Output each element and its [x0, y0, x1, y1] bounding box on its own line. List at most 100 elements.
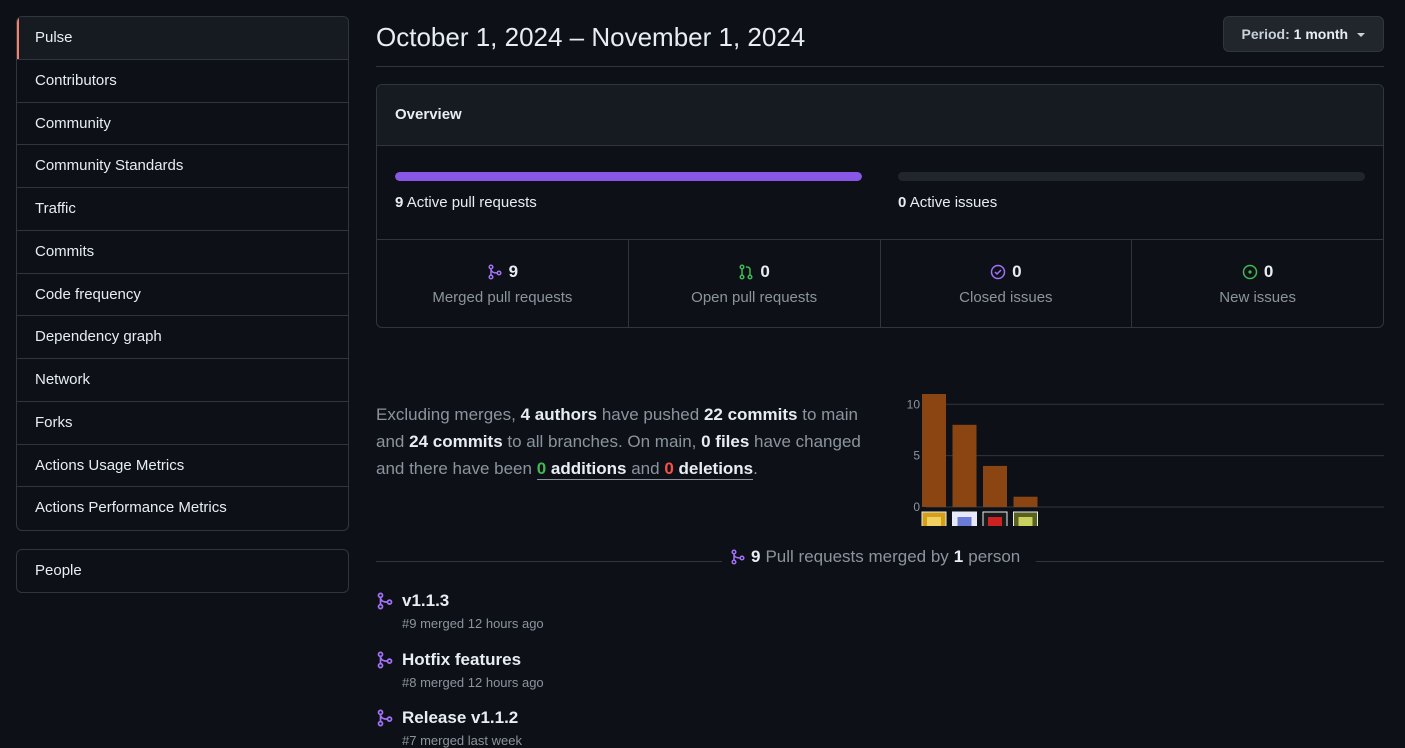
active-prs-label: 9 Active pull requests [395, 194, 862, 211]
git-merge-icon [377, 592, 393, 610]
active-issues-text: Active issues [909, 194, 998, 211]
active-prs-progress-fill [395, 172, 862, 181]
caret-down-icon [1357, 33, 1365, 38]
avatar[interactable] [1013, 511, 1038, 526]
chart-bar[interactable] [983, 465, 1007, 507]
summary-text: have pushed [601, 405, 700, 424]
git-pull-request-icon [739, 264, 753, 280]
summary-text: and [631, 459, 660, 478]
summary-text: . [753, 459, 758, 478]
list-item: Hotfix features #8 merged 12 hours ago [376, 650, 544, 709]
overview-stats: 9 Merged pull requests 0 Open pull reque… [377, 240, 1383, 327]
summary-commits-all: 24 commits [409, 432, 503, 451]
summary-text: Excluding merges, [376, 405, 516, 424]
stat-new-issues[interactable]: 0 New issues [1132, 240, 1383, 327]
avatar[interactable] [982, 511, 1008, 526]
merged-prs-summary: 9 Pull requests merged by 1 person [730, 547, 1020, 567]
y-tick-label: 5 [913, 449, 920, 463]
overview-bars: 9 Active pull requests 0 Active issues [377, 146, 1383, 240]
insights-menu: Pulse Contributors Community Community S… [16, 16, 349, 531]
active-prs-block[interactable]: 9 Active pull requests [395, 172, 862, 211]
sidebar-item-pulse[interactable]: Pulse [17, 17, 348, 60]
sidebar: Pulse Contributors Community Community S… [16, 16, 349, 593]
git-merge-icon [377, 709, 393, 727]
page-title: October 1, 2024 – November 1, 2024 [376, 22, 806, 52]
overview-title: Overview [377, 85, 1383, 146]
sidebar-item-contributors[interactable]: Contributors [17, 60, 348, 103]
commit-summary: Excluding merges, 4 authors have pushed … [376, 401, 886, 482]
git-merge-icon [488, 264, 502, 280]
merged-text: person [968, 547, 1021, 566]
period-prefix: Period: [1241, 26, 1290, 42]
summary-text: to all branches. On main, [507, 432, 697, 451]
stat-closed-issues[interactable]: 0 Closed issues [881, 240, 1133, 327]
issue-closed-icon [990, 264, 1006, 280]
chart-bar[interactable] [1013, 496, 1038, 507]
active-issues-block[interactable]: 0 Active issues [898, 172, 1365, 211]
list-item: v1.1.3 #9 merged 12 hours ago [376, 591, 544, 650]
additions-deletions-link[interactable]: 0 additions and 0 deletions [536, 459, 754, 480]
pr-title-link[interactable]: v1.1.3 [402, 591, 449, 611]
active-issues-label: 0 Active issues [898, 194, 1365, 211]
sidebar-item-community[interactable]: Community [17, 103, 348, 146]
summary-authors: 4 authors [520, 405, 598, 424]
sidebar-item-code-frequency[interactable]: Code frequency [17, 274, 348, 317]
active-issues-count: 0 [898, 194, 907, 211]
period-dropdown-button[interactable]: Period: 1 month [1222, 16, 1384, 52]
avatar[interactable] [921, 511, 947, 526]
divider-line [376, 561, 722, 562]
active-prs-count: 9 [395, 194, 404, 211]
pr-title-link[interactable]: Release v1.1.2 [402, 708, 518, 728]
merged-prs-heading: 9 Pull requests merged by 1 person [376, 546, 1384, 570]
sidebar-item-community-standards[interactable]: Community Standards [17, 145, 348, 188]
deletions-count: 0 [664, 459, 674, 478]
merged-people-count: 1 [953, 547, 964, 566]
merged-prs-label: Merged pull requests [432, 289, 573, 306]
chart-bar[interactable] [952, 424, 977, 507]
deletions-label: deletions [678, 459, 754, 478]
sidebar-item-actions-usage-metrics[interactable]: Actions Usage Metrics [17, 445, 348, 488]
sidebar-item-traffic[interactable]: Traffic [17, 188, 348, 231]
merged-pr-list: v1.1.3 #9 merged 12 hours ago Hotfix fea… [376, 591, 544, 748]
active-issues-progress-track [898, 172, 1365, 181]
commits-by-author-chart: 0 5 10 [907, 394, 1384, 526]
chart-bar[interactable] [922, 394, 946, 507]
sidebar-item-actions-performance-metrics[interactable]: Actions Performance Metrics [17, 487, 348, 530]
avatar[interactable] [952, 511, 977, 526]
sidebar-item-commits[interactable]: Commits [17, 231, 348, 274]
divider-line [1036, 561, 1384, 562]
closed-issues-count: 0 [1012, 262, 1022, 281]
additions-count: 0 [536, 459, 547, 478]
pulse-header: October 1, 2024 – November 1, 2024 Perio… [376, 16, 1384, 67]
merged-prs-count: 9 [508, 262, 519, 281]
summary-files: 0 files [701, 432, 750, 451]
summary-commits-main: 22 commits [703, 405, 798, 424]
list-item: Release v1.1.2 #7 merged last week [376, 708, 544, 748]
active-prs-text: Active pull requests [406, 194, 537, 211]
issue-opened-icon [1242, 264, 1258, 280]
pr-meta: #7 merged last week [402, 733, 522, 748]
y-tick-label: 0 [913, 500, 920, 514]
sidebar-item-dependency-graph[interactable]: Dependency graph [17, 316, 348, 359]
additions-label: additions [550, 459, 627, 478]
merged-text: Pull requests merged by [765, 547, 949, 566]
pr-meta: #9 merged 12 hours ago [402, 616, 544, 631]
merged-count: 9 [751, 547, 761, 566]
stat-merged-prs[interactable]: 9 Merged pull requests [377, 240, 629, 327]
git-merge-icon [731, 549, 745, 565]
open-prs-label: Open pull requests [691, 289, 818, 306]
sidebar-item-forks[interactable]: Forks [17, 402, 348, 445]
sidebar-item-people[interactable]: People [17, 550, 348, 592]
sidebar-item-network[interactable]: Network [17, 359, 348, 402]
new-issues-count: 0 [1263, 262, 1274, 281]
y-tick-label: 10 [907, 397, 921, 411]
new-issues-label: New issues [1219, 289, 1296, 306]
git-merge-icon [377, 651, 393, 668]
active-prs-progress-track [395, 172, 862, 181]
stat-open-prs[interactable]: 0 Open pull requests [629, 240, 881, 327]
main-content: October 1, 2024 – November 1, 2024 Perio… [376, 16, 1384, 748]
people-menu: People [16, 549, 349, 593]
closed-issues-label: Closed issues [959, 289, 1053, 306]
overview-panel: Overview 9 Active pull requests 0 Active… [376, 84, 1384, 328]
pr-title-link[interactable]: Hotfix features [402, 650, 521, 670]
